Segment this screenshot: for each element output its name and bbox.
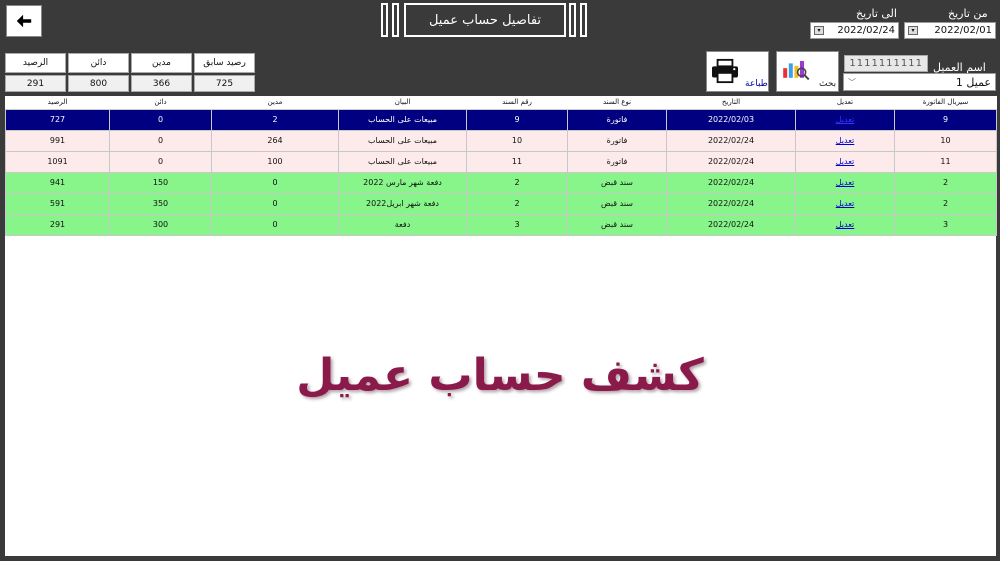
customer-code-field[interactable]: 1111111111 — [844, 55, 928, 72]
col-header-voucher-no[interactable]: رقم السند — [466, 96, 568, 110]
chevron-down-icon: ﹀ — [848, 77, 856, 87]
edit-link[interactable]: تعديل — [836, 220, 855, 229]
previous-balance-label: رصيد سابق — [194, 53, 255, 73]
col-header-serial[interactable]: سيريال الفاتورة — [894, 96, 997, 110]
table-row[interactable]: 11 تعديل 2022/02/24 فاتورة 11 مبيعات على… — [5, 150, 997, 173]
table-row[interactable]: 9 تعديل 2022/02/03 فاتورة 9 مبيعات على ا… — [5, 108, 997, 131]
col-header-date[interactable]: التاريخ — [666, 96, 796, 110]
edit-link[interactable]: تعديل — [836, 178, 855, 187]
title-decor-bar — [381, 3, 388, 37]
col-header-edit[interactable]: تعديل — [795, 96, 895, 110]
title-decor-bar — [392, 3, 399, 37]
credit-label: دائن — [68, 53, 129, 73]
arrow-left-icon — [16, 14, 32, 28]
edit-link[interactable]: تعديل — [836, 115, 855, 124]
previous-balance-value: 725 — [194, 75, 255, 92]
debit-value: 366 — [131, 75, 192, 92]
table-row[interactable]: 10 تعديل 2022/02/24 فاتورة 10 مبيعات على… — [5, 129, 997, 152]
edit-link[interactable]: تعديل — [836, 199, 855, 208]
from-date-input[interactable]: ▾ 2022/02/01 — [904, 22, 996, 39]
col-header-credit[interactable]: دائن — [109, 96, 212, 110]
print-button[interactable]: طباعة — [706, 51, 769, 92]
balance-label: الرصيد — [5, 53, 66, 73]
to-date-input[interactable]: ▾ 2022/02/24 — [810, 22, 899, 39]
page-title: تفاصيل حساب عميل — [404, 3, 566, 37]
table-header-row: سيريال الفاتورة تعديل التاريخ نوع السند … — [5, 96, 997, 110]
customer-select[interactable]: ﹀ عميل 1 — [843, 73, 996, 91]
to-date-label: الى تاريخ — [856, 7, 897, 20]
statement-grid[interactable]: سيريال الفاتورة تعديل التاريخ نوع السند … — [5, 96, 997, 556]
table-row[interactable]: 2 تعديل 2022/02/24 سند قبض 2 دفعة شهر ما… — [5, 171, 997, 194]
title-decor-bar — [580, 3, 587, 37]
back-button[interactable] — [6, 5, 42, 37]
debit-label: مدين — [131, 53, 192, 73]
table-row[interactable]: 2 تعديل 2022/02/24 سند قبض 2 دفعة شهر اب… — [5, 192, 997, 215]
title-decor-bar — [569, 3, 576, 37]
col-header-description[interactable]: البيان — [338, 96, 467, 110]
watermark-title: كشف حساب عميل — [296, 350, 704, 401]
search-button[interactable]: بحث — [776, 51, 839, 92]
col-header-debit[interactable]: مدين — [211, 96, 339, 110]
balance-value: 291 — [5, 75, 66, 92]
credit-value: 800 — [68, 75, 129, 92]
statement-table: سيريال الفاتورة تعديل التاريخ نوع السند … — [5, 96, 997, 236]
edit-link[interactable]: تعديل — [836, 136, 855, 145]
edit-link[interactable]: تعديل — [836, 157, 855, 166]
from-date-label: من تاريخ — [948, 7, 988, 20]
table-row[interactable]: 3 تعديل 2022/02/24 سند قبض 3 دفعة 0 300 … — [5, 213, 997, 236]
calendar-icon[interactable]: ▾ — [814, 26, 824, 35]
calendar-icon[interactable]: ▾ — [908, 26, 918, 35]
col-header-balance[interactable]: الرصيد — [5, 96, 110, 110]
col-header-voucher-type[interactable]: نوع السند — [567, 96, 667, 110]
